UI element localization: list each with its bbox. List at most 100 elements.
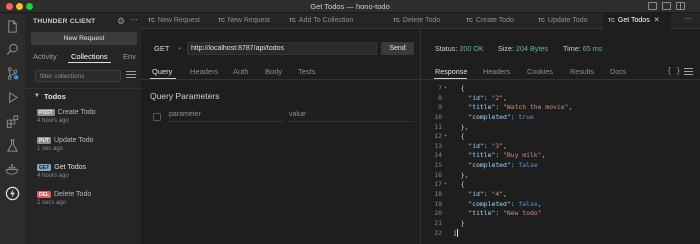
divider bbox=[422, 79, 700, 80]
tab-response-headers[interactable]: Headers bbox=[483, 67, 510, 76]
text-cursor bbox=[456, 228, 458, 237]
editor-tab-label: Update Todo bbox=[547, 17, 588, 24]
list-item-selected[interactable]: GET Get Todos 4 hours ago bbox=[37, 164, 137, 179]
search-icon[interactable] bbox=[5, 42, 20, 57]
toggle-panel-icon[interactable] bbox=[648, 2, 657, 10]
tab-collections[interactable]: Collections bbox=[71, 52, 108, 61]
code-line: 7 ▾ { bbox=[422, 84, 700, 94]
tab-results[interactable]: Results bbox=[570, 67, 594, 76]
json-key: "completed" bbox=[468, 112, 511, 121]
status-value: 200 OK bbox=[459, 44, 484, 53]
editor-tab-label: Get Todos bbox=[617, 17, 650, 24]
fold-chevron-icon[interactable]: ▾ bbox=[444, 180, 447, 190]
tab-docs[interactable]: Docs bbox=[610, 67, 626, 76]
sidebar-title: THUNDER CLIENT bbox=[33, 18, 96, 25]
response-menu-icon[interactable] bbox=[684, 68, 693, 77]
json-property: "id": "4", bbox=[468, 190, 507, 199]
editor-tab[interactable]: TC New Request bbox=[143, 13, 200, 29]
tab-tests[interactable]: Tests bbox=[298, 67, 316, 76]
param-value-input[interactable]: value bbox=[289, 111, 414, 122]
line-number: 8 bbox=[438, 93, 442, 102]
editor-tab[interactable]: TC Create Todo bbox=[461, 13, 514, 29]
line-number: 13 bbox=[434, 141, 442, 150]
tab-auth[interactable]: Auth bbox=[233, 67, 248, 76]
size-value: 204 Bytes bbox=[515, 44, 548, 53]
editor-tab-active[interactable]: TC Get Todos ✕ bbox=[603, 13, 671, 29]
toggle-sidebar-icon[interactable] bbox=[662, 2, 671, 10]
line-number: 7 bbox=[438, 84, 442, 92]
param-name-input[interactable]: parameter bbox=[169, 111, 284, 122]
tab-body[interactable]: Body bbox=[265, 67, 282, 76]
editor-tab[interactable]: TC New Request bbox=[213, 13, 270, 29]
list-item[interactable]: POST Create Todo 4 hours ago bbox=[37, 109, 137, 124]
files-icon[interactable] bbox=[5, 19, 20, 34]
list-item[interactable]: PUT Update Todo 1 sec ago bbox=[37, 137, 137, 152]
gear-icon[interactable]: ⚙ bbox=[117, 16, 127, 26]
docker-icon[interactable] bbox=[5, 162, 20, 177]
json-punctuation: }, bbox=[453, 123, 469, 133]
url-input[interactable] bbox=[187, 42, 377, 55]
layout-icon[interactable] bbox=[676, 2, 685, 10]
tab-activity[interactable]: Activity bbox=[33, 52, 57, 61]
more-actions-icon[interactable]: ⋯ bbox=[130, 15, 138, 24]
tab-headers[interactable]: Headers bbox=[190, 67, 218, 76]
chevron-down-icon[interactable]: ▼ bbox=[34, 93, 40, 99]
method-select[interactable]: GET bbox=[149, 42, 188, 55]
json-value: "2" bbox=[491, 93, 504, 102]
line-number: 18 bbox=[434, 190, 442, 199]
tab-cookies[interactable]: Cookies bbox=[527, 67, 553, 76]
request-time: 2 secs ago bbox=[37, 200, 67, 206]
title-bar: Get Todos — hono-todo bbox=[0, 0, 700, 13]
request-time: 4 hours ago bbox=[37, 173, 69, 179]
filter-menu-icon[interactable] bbox=[126, 71, 136, 81]
query-parameters-title: Query Parameters bbox=[150, 91, 220, 101]
thunder-client-icon[interactable] bbox=[5, 186, 20, 201]
fold-chevron-icon[interactable]: ▾ bbox=[444, 84, 447, 94]
request-panel: GET ⌄ Send Query Headers Auth Body Tests… bbox=[141, 29, 421, 244]
tc-badge: TC bbox=[289, 18, 296, 24]
close-icon[interactable]: ✕ bbox=[654, 17, 660, 24]
testing-icon[interactable] bbox=[5, 138, 20, 153]
json-property: "id": "2", bbox=[468, 93, 507, 102]
filter-collections-input[interactable] bbox=[35, 70, 121, 82]
chevron-down-icon[interactable]: ⌄ bbox=[177, 42, 182, 55]
json-value: "Buy milk" bbox=[503, 151, 542, 160]
json-key: "id" bbox=[468, 93, 484, 102]
code-line: 21 } bbox=[422, 219, 700, 229]
source-control-icon[interactable] bbox=[5, 66, 20, 81]
json-value: false bbox=[518, 199, 538, 208]
request-time: 1 sec ago bbox=[37, 146, 64, 152]
editor-tab[interactable]: TC Add To Collection bbox=[284, 13, 353, 29]
json-key: "id" bbox=[468, 190, 484, 199]
send-button[interactable]: Send bbox=[381, 42, 414, 55]
more-actions-icon[interactable]: ⋯ bbox=[684, 14, 692, 23]
tab-response[interactable]: Response bbox=[435, 67, 467, 76]
new-request-button[interactable]: New Request bbox=[31, 32, 137, 45]
json-property: "title": "Buy milk", bbox=[468, 151, 546, 160]
json-punctuation: { bbox=[453, 180, 465, 190]
format-braces-icon[interactable]: { } bbox=[667, 66, 681, 75]
json-punctuation: { bbox=[453, 84, 465, 94]
list-item[interactable]: DEL Delete Todo 2 secs ago bbox=[37, 191, 137, 206]
json-value: "4" bbox=[491, 190, 504, 199]
tc-badge: TC bbox=[218, 18, 225, 24]
tc-badge: TC bbox=[608, 18, 615, 24]
editor-tab[interactable]: TC Delete Todo bbox=[388, 13, 440, 29]
time-readout: Time: 65 ms bbox=[563, 44, 602, 53]
tab-query[interactable]: Query bbox=[152, 67, 172, 76]
collection-name[interactable]: Todos bbox=[44, 92, 66, 101]
code-line: 11 }, bbox=[422, 123, 700, 133]
param-checkbox[interactable] bbox=[153, 113, 161, 121]
editor-tab[interactable]: TC Update Todo bbox=[533, 13, 588, 29]
request-time: 4 hours ago bbox=[37, 118, 69, 124]
tab-env[interactable]: Env bbox=[123, 52, 136, 61]
fold-chevron-icon[interactable]: ▾ bbox=[444, 132, 447, 142]
extensions-icon[interactable] bbox=[5, 114, 20, 129]
thunder-client-sidebar: THUNDER CLIENT ⚙ ⋯ New Request Activity … bbox=[25, 13, 141, 244]
method-badge: PUT bbox=[37, 137, 51, 144]
run-debug-icon[interactable] bbox=[5, 90, 20, 105]
code-line: 13 "id": "3", bbox=[422, 142, 700, 152]
code-line: 17 ▾ { bbox=[422, 180, 700, 190]
line-number: 9 bbox=[438, 103, 442, 112]
code-line: 15 "completed": false bbox=[422, 161, 700, 171]
